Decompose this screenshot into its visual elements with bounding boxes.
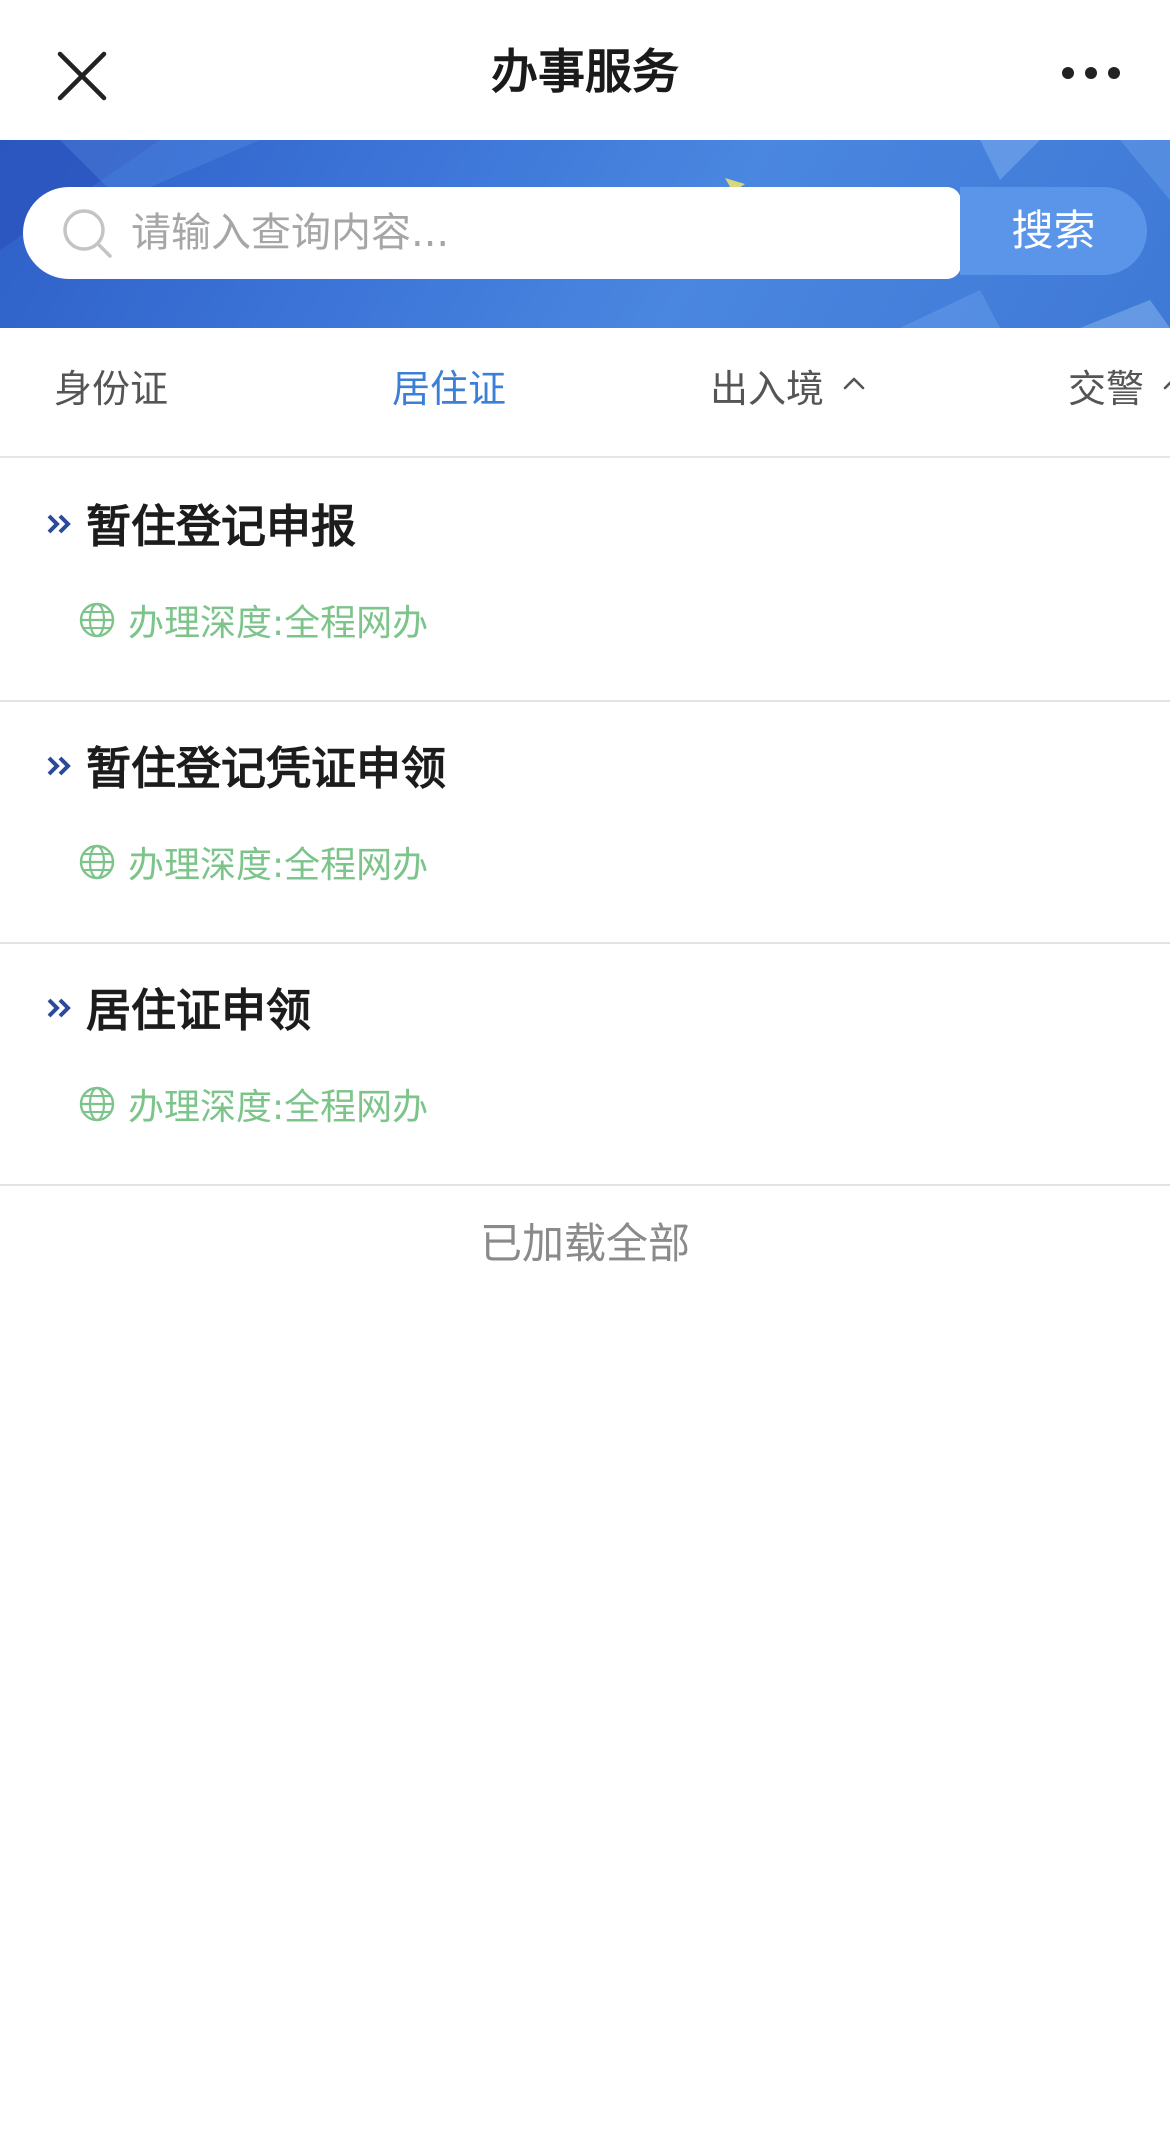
item-title: 暂住登记申报: [86, 500, 357, 553]
top-bar: 办事服务: [0, 0, 1170, 140]
service-list: 暂住登记申报 办理深度: 全程网办 暂住登记凭证申领 办理深度: 全程网办 居住…: [0, 460, 1170, 1186]
item-meta: 办理深度: 全程网办: [78, 1082, 428, 1128]
meta-label: 办理深度:: [128, 603, 285, 644]
meta-value: 全程网办: [284, 845, 429, 886]
tab-label: 交警: [1068, 367, 1145, 411]
globe-icon: [79, 602, 115, 638]
search-banner: 搜索: [0, 140, 1170, 328]
double-chevron-right-icon: [47, 514, 71, 534]
tab-id-card[interactable]: 身份证: [54, 328, 169, 456]
tab-exit-entry[interactable]: 出入境: [710, 328, 866, 456]
list-item[interactable]: 暂住登记凭证申领 办理深度: 全程网办: [0, 702, 1170, 944]
meta-value: 全程网办: [284, 603, 429, 644]
tab-label: 身份证: [54, 367, 169, 411]
double-chevron-right-icon: [47, 998, 71, 1018]
close-icon: [57, 51, 107, 101]
search-input[interactable]: [131, 199, 931, 267]
page-title: 办事服务: [491, 45, 679, 100]
tab-label: 出入境: [710, 367, 825, 411]
globe-icon: [79, 844, 115, 880]
load-status: 已加载全部: [479, 1219, 690, 1268]
close-button[interactable]: [52, 46, 112, 106]
meta-label: 办理深度:: [128, 1087, 285, 1128]
page: 办事服务 搜索: [0, 0, 1170, 2133]
meta-value: 全程网办: [284, 1087, 429, 1128]
more-dots-icon: [1062, 67, 1120, 79]
item-meta: 办理深度: 全程网办: [78, 840, 428, 886]
list-item[interactable]: 居住证申领 办理深度: 全程网办: [0, 944, 1170, 1186]
meta-label: 办理深度:: [128, 845, 285, 886]
item-title: 居住证申领: [86, 984, 312, 1037]
item-title: 暂住登记凭证申领: [86, 742, 447, 795]
globe-icon: [79, 1086, 115, 1122]
more-button[interactable]: [1056, 48, 1126, 98]
list-item[interactable]: 暂住登记申报 办理深度: 全程网办: [0, 460, 1170, 702]
search-icon: [63, 209, 112, 258]
item-meta: 办理深度: 全程网办: [78, 598, 428, 644]
tab-label: 居住证: [392, 367, 507, 411]
double-chevron-right-icon: [47, 756, 71, 776]
chevron-up-icon: [1163, 381, 1170, 390]
tab-traffic-police[interactable]: 交警: [1068, 328, 1170, 456]
search-box[interactable]: [23, 187, 961, 279]
chevron-up-icon: [843, 377, 865, 390]
category-tabs: 身份证 居住证 出入境 交警: [0, 328, 1170, 458]
tab-residence-permit[interactable]: 居住证: [392, 328, 507, 456]
search-button[interactable]: 搜索: [960, 187, 1147, 275]
